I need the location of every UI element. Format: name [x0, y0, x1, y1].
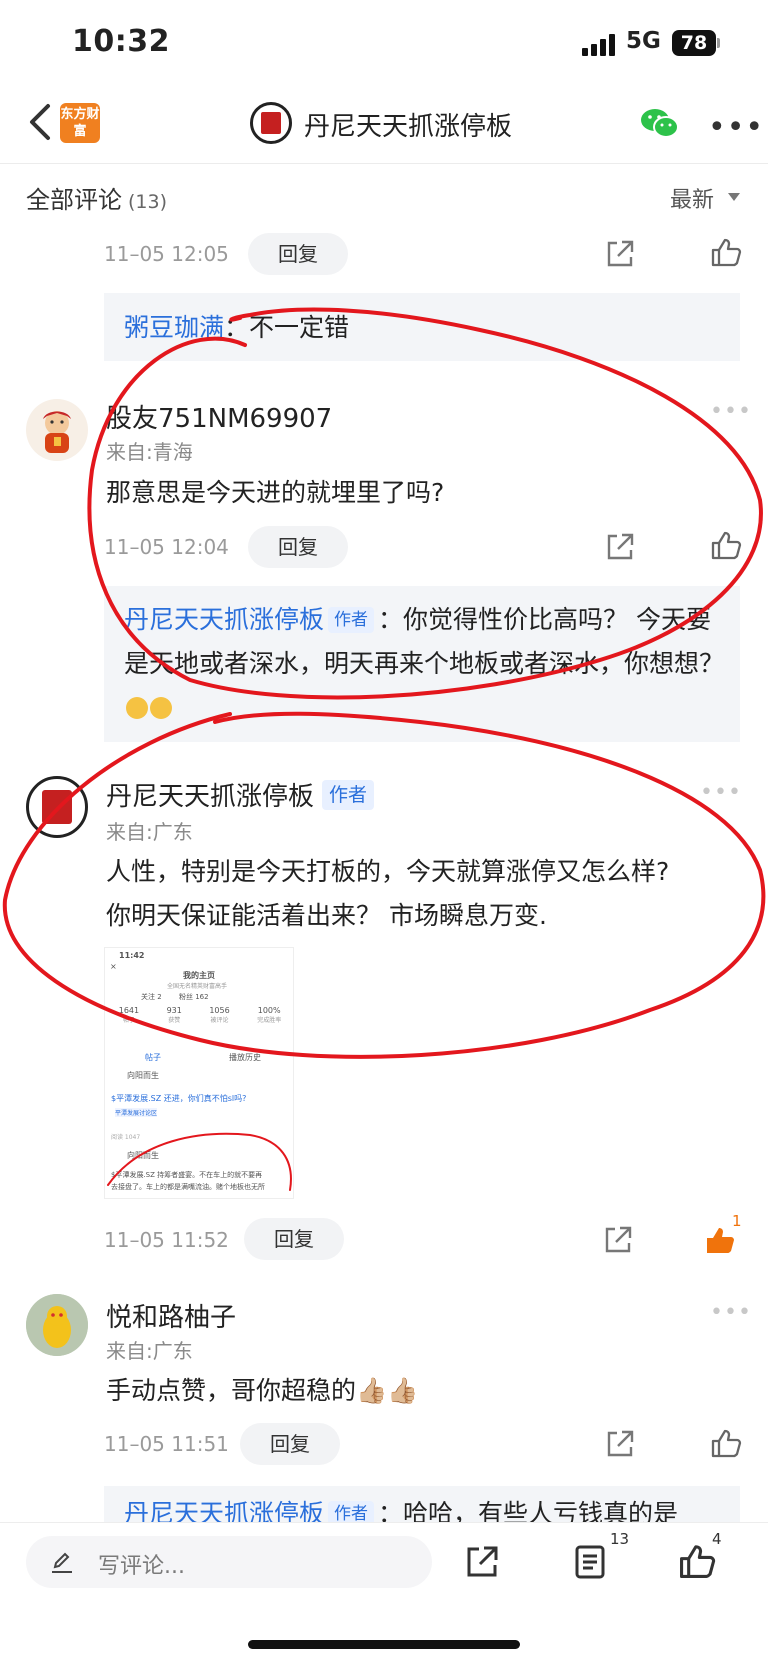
thumb-user: 向阳而生 [127, 1071, 159, 1080]
thumb-stat-value: 1056 [209, 1006, 230, 1015]
like-icon[interactable] [710, 236, 742, 268]
author-reply-text: 丹尼天天抓涨停板 作者 ：哈哈，有些人亏钱真的是 [124, 1492, 678, 1522]
thumb-reads: 阅读 1047 [111, 1134, 141, 1141]
thumb-time: 11:42 [119, 951, 145, 960]
thumb-stat-value: 931 [166, 1006, 182, 1015]
more-options-icon[interactable]: ••• [700, 780, 742, 805]
page-title: 丹尼天天抓涨停板 [304, 112, 513, 142]
back-icon[interactable] [24, 102, 58, 142]
comment-input[interactable] [26, 1536, 432, 1588]
avatar[interactable] [26, 776, 88, 838]
author-badge: 作者 [328, 1501, 375, 1522]
thumb-subtitle: 全国无名精英财富高手 [167, 983, 228, 990]
username-row: 丹尼天天抓涨停板 作者 [106, 776, 375, 813]
reply-preview-text: 粥豆珈满：不一定错 [124, 306, 349, 350]
comment-time: 11–05 11:51 [104, 1432, 229, 1456]
share-icon[interactable] [604, 238, 636, 270]
comments-title: 全部评论 [26, 186, 122, 214]
more-options-icon[interactable]: ••• [710, 399, 752, 424]
thumb-stat-label: 完成胜率 [257, 1017, 282, 1024]
sort-dropdown[interactable]: 最新 [670, 182, 714, 214]
thumb-tab: 播放历史 [229, 1053, 261, 1062]
signal-icon [582, 34, 618, 56]
avatar[interactable] [26, 1294, 88, 1356]
more-icon[interactable]: ••• [708, 110, 764, 145]
comment-time: 11–05 12:05 [104, 242, 229, 266]
like-icon[interactable] [710, 1427, 742, 1459]
wechat-share-icon[interactable] [640, 106, 680, 140]
thumb-stat-value: 1641 [118, 1006, 140, 1015]
network-type: 5G [626, 28, 661, 54]
thumb-follow: 关注 2 [141, 993, 162, 1001]
thumb-tab: 帖子 [145, 1053, 161, 1062]
channel-avatar[interactable] [250, 102, 292, 144]
chevron-down-icon[interactable] [728, 193, 740, 201]
like-count: 1 [732, 1212, 742, 1230]
thumb-stats: 1641 帖子 931 获赞 1056 被评论 100% 完成胜率 [105, 1006, 293, 1040]
crying-emoji-icon [126, 697, 148, 719]
thumb-tag: 平潭发展讨论区 [115, 1108, 158, 1117]
app-logo[interactable]: 东方财富 [60, 103, 100, 143]
share-icon[interactable] [602, 1224, 634, 1256]
avatar[interactable] [26, 399, 88, 461]
share-icon[interactable] [604, 1428, 636, 1460]
reply-text: ：哈哈，有些人亏钱真的是 [378, 1499, 679, 1522]
close-icon: × [110, 962, 117, 971]
username[interactable]: 股友751NM69907 [106, 398, 332, 435]
thumb-stat-label: 获赞 [168, 1017, 181, 1024]
username[interactable]: 丹尼天天抓涨停板 [106, 776, 314, 813]
thumb-title: 我的主页 [183, 971, 215, 980]
thumb-post: $平潭发展.SZ 持筹者盛宴。不在车上的就不要再 [111, 1171, 263, 1179]
thumb-fans: 粉丝 162 [179, 993, 209, 1001]
reply-button[interactable]: 回复 [248, 233, 348, 275]
reply-text: ：不一定错 [224, 313, 350, 342]
user-location: 来自:广东 [106, 820, 193, 844]
status-time: 10:32 [72, 24, 170, 59]
comment-count: 13 [610, 1530, 630, 1548]
thumb-stat-value: 100% [257, 1006, 281, 1015]
comment-text: 手动点赞，哥你超稳的👍🏼👍🏼 [106, 1376, 419, 1405]
author-badge: 作者 [328, 607, 375, 633]
author-reply-text: 丹尼天天抓涨停板 作者 ：你觉得性价比高吗？ 今天要是天地或者深水，明天再来个地板或… [124, 598, 726, 730]
home-indicator [248, 1640, 520, 1649]
battery-icon: 78 [672, 30, 716, 56]
comment-list-icon[interactable] [572, 1544, 608, 1580]
user-location: 来自:青海 [106, 440, 193, 464]
reply-button[interactable]: 回复 [248, 526, 348, 568]
thumb-stat-label: 被评论 [210, 1017, 229, 1024]
like-count: 4 [712, 1530, 722, 1548]
comments-header: 全部评论 (13) [26, 180, 167, 215]
pencil-icon [52, 1552, 72, 1573]
reply-button[interactable]: 回复 [240, 1423, 340, 1465]
username[interactable]: 悦和路柚子 [106, 1297, 236, 1334]
more-options-icon[interactable]: ••• [710, 1300, 752, 1325]
comment-placeholder[interactable]: 写评论... [98, 1548, 185, 1580]
thumb-post: 去接盘了。车上的都是满嘴流油。赌个地板也无所 [111, 1183, 265, 1191]
battery-nub [717, 38, 720, 48]
author-badge: 作者 [322, 779, 375, 810]
reply-author-link[interactable]: 粥豆珈满 [124, 313, 224, 342]
comment-text-line: 你明天保证能活着出来？ 市场瞬息万变. [106, 901, 547, 930]
comment-text-line: 人性，特别是今天打板的，今天就算涨停又怎么样? [106, 857, 670, 886]
comment-time: 11–05 12:04 [104, 535, 229, 559]
reply-author-link[interactable]: 丹尼天天抓涨停板 [124, 1499, 324, 1522]
user-location: 来自:广东 [106, 1339, 193, 1363]
thumb-user: 向阳而生 [127, 1151, 159, 1160]
reply-button[interactable]: 回复 [244, 1218, 344, 1260]
nav-divider [0, 163, 768, 164]
comment-time: 11–05 11:52 [104, 1228, 229, 1252]
crying-emoji-icon [150, 697, 172, 719]
like-icon[interactable] [710, 529, 742, 561]
thumb-post: $平潭发展.SZ 还进，你们真不怕sl吗? [111, 1094, 247, 1103]
share-icon[interactable] [464, 1544, 500, 1580]
attached-screenshot[interactable]: 11:42 × 我的主页 全国无名精英财富高手 关注 2 粉丝 162 1641… [104, 947, 294, 1199]
reply-author-link[interactable]: 丹尼天天抓涨停板 [124, 605, 324, 634]
thumb-stat-label: 帖子 [122, 1017, 135, 1024]
share-icon[interactable] [604, 531, 636, 563]
comment-text: 那意思是今天进的就埋里了吗? [106, 478, 445, 507]
like-icon[interactable] [678, 1542, 716, 1580]
author-reply-box: 丹尼天天抓涨停板 作者 ：哈哈，有些人亏钱真的是 [104, 1486, 740, 1522]
bottom-divider [0, 1522, 768, 1523]
comments-count: (13) [128, 191, 168, 213]
